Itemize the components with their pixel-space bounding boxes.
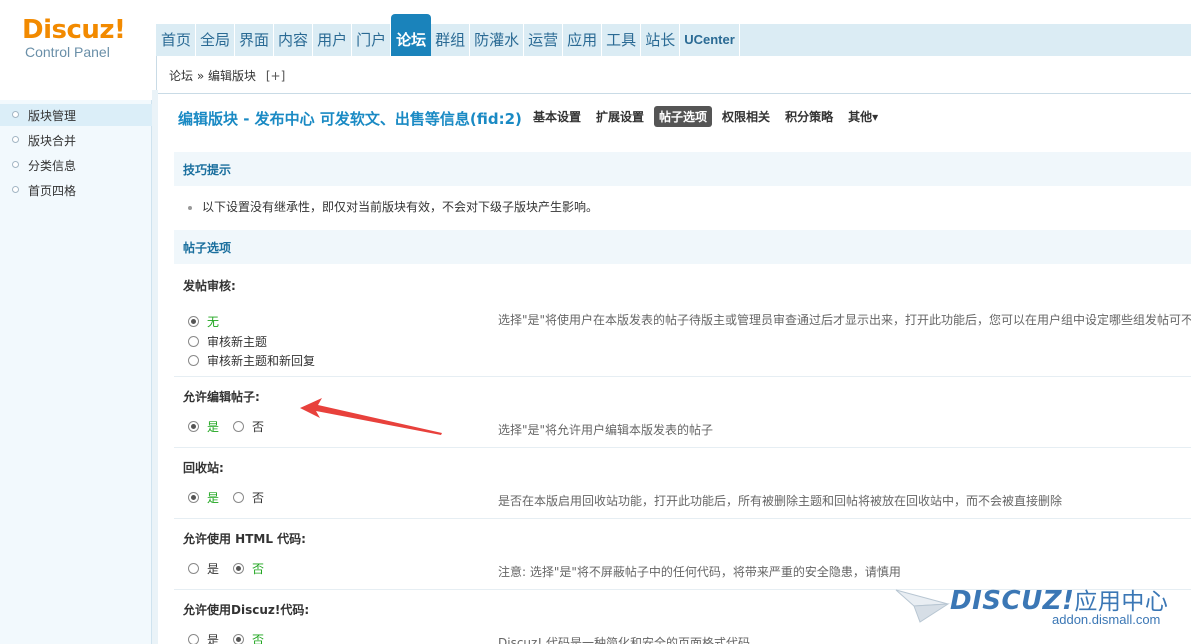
- tip-text: 以下设置没有继承性，即仅对当前版块有效，不会对下级子版块产生影响。: [188, 198, 598, 215]
- tab-post-options[interactable]: 帖子选项: [654, 106, 713, 127]
- radio-yes-checked-icon[interactable]: [188, 492, 199, 503]
- allow-edit-options: 是 否: [188, 418, 278, 435]
- sidebar-item-label: 分类信息: [28, 158, 77, 173]
- bullet-icon: [188, 205, 192, 210]
- discuz-code-description: Discuz! 代码是一种简化和安全的页面格式代码: [498, 636, 750, 644]
- moderation-option-threads-replies[interactable]: 审核新主题和新回复: [188, 352, 329, 369]
- tab-permissions[interactable]: 权限相关: [717, 106, 775, 127]
- moderation-threads-label: 审核新主题: [207, 335, 268, 349]
- radio-no-unchecked-icon[interactable]: [233, 421, 245, 432]
- add-shortcut-button[interactable]: [+]: [266, 69, 285, 83]
- recycle-options: 是 否: [188, 489, 278, 506]
- watermark-url: addon.dismall.com: [1052, 612, 1161, 627]
- nav-founder[interactable]: 站长: [641, 24, 681, 56]
- breadcrumb-separator: »: [196, 69, 205, 83]
- logo-wordmark: Discuz!: [22, 15, 126, 45]
- top-header: Discuz! Control Panel 首页 全局 界面 内容 用户 门户 …: [0, 0, 1191, 60]
- radio-yes-checked-icon[interactable]: [188, 421, 199, 432]
- radio-unchecked-icon[interactable]: [188, 355, 199, 366]
- html-code-description: 注意: 选择"是"将不屏蔽帖子中的任何代码，将带来严重的安全隐患，请慎用: [498, 565, 901, 579]
- nav-style[interactable]: 界面: [235, 24, 275, 56]
- sidebar-item-forum-manage[interactable]: 版块管理: [0, 104, 152, 126]
- breadcrumb-root[interactable]: 论坛: [169, 69, 193, 83]
- moderation-label: 发帖审核:: [183, 279, 236, 293]
- sidebar-item-label: 首页四格: [28, 183, 77, 198]
- nav-portal[interactable]: 门户: [352, 24, 392, 56]
- tab-basic[interactable]: 基本设置: [528, 106, 586, 127]
- sidebar-item-label: 版块管理: [28, 108, 77, 123]
- red-arrow-annotation-icon: [300, 398, 442, 435]
- nav-global[interactable]: 全局: [196, 24, 236, 56]
- circle-bullet-icon: [12, 186, 19, 193]
- row-divider: [174, 376, 1191, 377]
- recycle-yes[interactable]: 是: [207, 489, 219, 506]
- nav-home[interactable]: 首页: [157, 24, 197, 56]
- nav-antispam[interactable]: 防灌水: [470, 24, 525, 56]
- sidebar-item-home-grid[interactable]: 首页四格: [0, 179, 152, 201]
- breadcrumb-current: 编辑版块: [208, 69, 257, 83]
- nav-user[interactable]: 用户: [313, 24, 353, 56]
- logo-subtitle: Control Panel: [25, 44, 110, 60]
- paper-plane-icon: [895, 589, 950, 623]
- discuz-code-label: 允许使用Discuz!代码:: [183, 603, 310, 617]
- circle-bullet-icon: [12, 136, 19, 143]
- radio-yes-unchecked-icon[interactable]: [188, 634, 199, 644]
- moderation-option-none[interactable]: 无: [188, 313, 233, 330]
- recycle-label: 回收站:: [183, 461, 224, 475]
- allow-edit-description: 选择"是"将允许用户编辑本版发表的帖子: [498, 423, 714, 437]
- moderation-none-label: 无: [207, 315, 220, 329]
- top-nav: 首页 全局 界面 内容 用户 门户 论坛 群组 防灌水 运营 应用 工具 站长 …: [157, 14, 740, 56]
- html-no[interactable]: 否: [252, 560, 264, 577]
- allow-edit-yes[interactable]: 是: [207, 418, 219, 435]
- discuz-code-no[interactable]: 否: [252, 631, 264, 644]
- circle-bullet-icon: [12, 161, 19, 168]
- nav-content[interactable]: 内容: [274, 24, 314, 56]
- radio-yes-unchecked-icon[interactable]: [188, 563, 199, 574]
- discuz-code-options: 是 否: [188, 631, 278, 644]
- moderation-threads-replies-label: 审核新主题和新回复: [207, 354, 316, 368]
- watermark-brand: DISCUZ!应用中心: [950, 586, 1169, 616]
- sidebar-item-thread-types[interactable]: 分类信息: [0, 154, 152, 176]
- sidebar-item-forum-merge[interactable]: 版块合并: [0, 129, 152, 151]
- allow-edit-label: 允许编辑帖子:: [183, 390, 260, 404]
- nav-group[interactable]: 群组: [431, 24, 471, 56]
- allow-edit-no[interactable]: 否: [252, 418, 264, 435]
- html-code-options: 是 否: [188, 560, 278, 577]
- post-options-section-header: 帖子选项: [174, 230, 1191, 264]
- html-code-label: 允许使用 HTML 代码:: [183, 532, 306, 546]
- row-divider: [174, 447, 1191, 448]
- circle-bullet-icon: [12, 111, 19, 118]
- recycle-no[interactable]: 否: [252, 489, 264, 506]
- nav-tools[interactable]: 工具: [602, 24, 642, 56]
- sidebar-item-label: 版块合并: [28, 133, 77, 148]
- radio-checked-icon[interactable]: [188, 316, 199, 327]
- sidebar: 版块管理 版块合并 分类信息 首页四格: [0, 90, 152, 644]
- html-yes[interactable]: 是: [207, 560, 219, 577]
- radio-no-checked-icon[interactable]: [233, 563, 245, 574]
- radio-unchecked-icon[interactable]: [188, 336, 199, 347]
- row-divider: [174, 518, 1191, 519]
- logo[interactable]: Discuz! Control Panel: [22, 15, 126, 60]
- nav-plugin[interactable]: 应用: [563, 24, 603, 56]
- tab-credits[interactable]: 积分策略: [780, 106, 838, 127]
- radio-no-unchecked-icon[interactable]: [233, 492, 245, 503]
- settings-tabs: 基本设置 扩展设置 帖子选项 权限相关 积分策略 其他▾: [528, 106, 888, 127]
- breadcrumb-bar: 论坛 » 编辑版块 [+]: [156, 56, 1191, 94]
- nav-operation[interactable]: 运营: [524, 24, 564, 56]
- main-content: 编辑版块 - 发布中心 可发软文、出售等信息(fid:2) 基本设置 扩展设置 …: [158, 94, 1191, 644]
- tab-other-dropdown[interactable]: 其他▾: [843, 106, 883, 127]
- discuz-code-yes[interactable]: 是: [207, 631, 219, 644]
- breadcrumb: 论坛 » 编辑版块 [+]: [169, 67, 285, 84]
- tips-section-header: 技巧提示: [174, 152, 1191, 186]
- tab-extended[interactable]: 扩展设置: [591, 106, 649, 127]
- page-title: 编辑版块 - 发布中心 可发软文、出售等信息(fid:2): [178, 110, 522, 128]
- moderation-description: 选择"是"将使用户在本版发表的帖子待版主或管理员审查通过后才显示出来，打开此功能…: [498, 313, 1191, 327]
- recycle-description: 是否在本版启用回收站功能，打开此功能后，所有被删除主题和回帖将被放在回收站中，而…: [498, 494, 1063, 508]
- nav-ucenter[interactable]: UCenter: [680, 24, 740, 56]
- nav-forum[interactable]: 论坛: [391, 14, 432, 56]
- moderation-option-threads[interactable]: 审核新主题: [188, 333, 281, 350]
- sidebar-top-spacer: [0, 90, 152, 100]
- radio-no-checked-icon[interactable]: [233, 634, 245, 644]
